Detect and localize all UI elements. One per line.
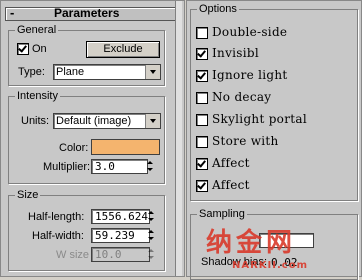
on-checkbox[interactable] [17, 43, 29, 55]
chevron-down-icon[interactable] [145, 114, 160, 128]
half-length-field[interactable]: 1556.624 [91, 209, 150, 224]
collapse-sign[interactable]: - [10, 5, 14, 20]
parameters-rollout-header[interactable]: - Parameters [5, 5, 181, 21]
w-size-label: W size [56, 249, 89, 261]
multiplier-field[interactable]: 3.0 [91, 159, 148, 174]
type-label: Type: [18, 66, 45, 78]
double-side-label: Double-side [212, 25, 288, 39]
w-size-spinner [147, 247, 155, 261]
options-panel: Options Double-side Invisibl Ignore ligh… [186, 0, 362, 280]
sampling-title: Sampling [199, 208, 245, 220]
affect-diffuse-label: Affect [212, 156, 250, 170]
skylight-portal-checkbox[interactable] [196, 114, 208, 126]
store-with-checkbox[interactable] [196, 136, 208, 148]
skylight-portal-label: Skylight portal [212, 112, 307, 126]
half-width-spinner[interactable] [147, 228, 155, 242]
size-title: Size [17, 189, 39, 201]
scrollbar-track[interactable] [175, 1, 182, 276]
type-dropdown[interactable]: Plane [53, 64, 161, 80]
affect-specular-checkbox[interactable] [196, 180, 208, 192]
options-title: Options [199, 3, 237, 15]
rollout-title: Parameters [54, 6, 120, 20]
affect-specular-label: Affect [212, 178, 250, 192]
general-title: General [17, 24, 57, 36]
shadow-bias-label: Shadow bias: [201, 256, 268, 268]
color-label: Color: [59, 142, 89, 154]
store-with-label: Store with [212, 134, 279, 148]
invisible-checkbox[interactable] [196, 48, 208, 60]
exclude-button[interactable]: Exclude [86, 41, 160, 58]
half-width-field[interactable]: 59.239 [91, 228, 150, 243]
units-value: Default (image) [56, 115, 132, 127]
ignore-light-label: Ignore light [212, 68, 288, 82]
double-side-checkbox[interactable] [196, 27, 208, 39]
invisible-label: Invisibl [212, 46, 260, 60]
multiplier-spinner[interactable] [146, 159, 154, 173]
no-decay-label: No decay [212, 90, 272, 104]
on-label: On [32, 43, 47, 55]
multiplier-label: Multiplier: [43, 161, 91, 173]
chevron-down-icon[interactable] [145, 65, 160, 79]
parameters-panel: - Parameters General On Exclude Type: Pl… [0, 0, 185, 277]
shadow-bias-value: 0.02 [271, 256, 298, 269]
ignore-light-checkbox[interactable] [196, 70, 208, 82]
units-label: Units: [21, 115, 50, 127]
no-decay-checkbox[interactable] [196, 92, 208, 104]
units-dropdown[interactable]: Default (image) [53, 113, 161, 129]
half-length-spinner[interactable] [147, 209, 155, 223]
type-value: Plane [56, 66, 85, 78]
affect-diffuse-checkbox[interactable] [196, 158, 208, 170]
half-length-label: Half-length: [28, 211, 85, 223]
half-width-label: Half-width: [32, 230, 84, 242]
intensity-title: Intensity [17, 90, 58, 102]
w-size-field: 10.0 [91, 247, 150, 262]
sampling-field[interactable] [259, 233, 314, 248]
color-swatch[interactable] [91, 139, 160, 155]
